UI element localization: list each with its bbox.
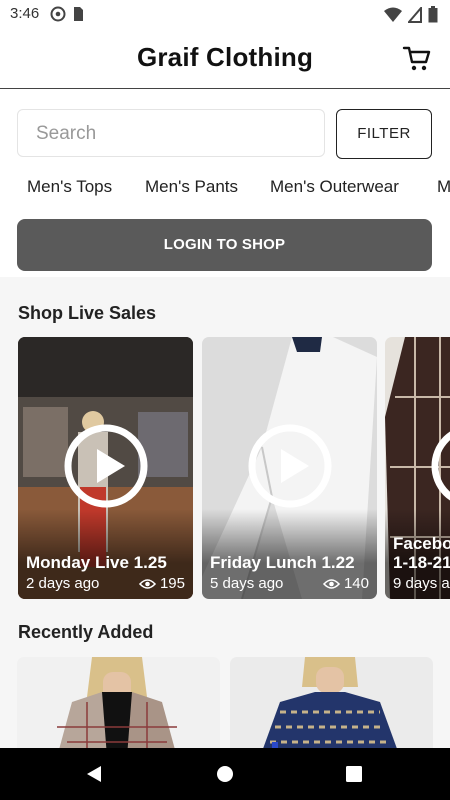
product-photo [230,657,433,748]
live-sale-views: 195 [138,575,185,592]
wifi-icon [384,7,402,22]
cart-button[interactable] [402,44,432,72]
status-left-icons [50,6,84,22]
status-right-icons [384,6,438,23]
back-icon[interactable] [86,765,102,783]
live-sale-time: 2 days ago [26,575,100,592]
product-photo [17,657,220,748]
app-header: Graif Clothing [0,28,450,89]
live-sale-time: 5 days ago [210,575,284,592]
category-mens-outerwear[interactable]: Men's Outerwear [270,177,399,197]
category-mens-pants[interactable]: Men's Pants [145,177,238,197]
live-sale-time: 9 days a [393,575,450,592]
recently-added-heading: Recently Added [18,622,154,642]
category-tabs: Men's Tops Men's Pants Men's Outerwear M [0,177,450,201]
cart-icon [402,46,431,71]
live-sale-title: Friday Lunch 1.22 [210,553,355,572]
product-card[interactable] [230,657,433,748]
live-sale-title: Monday Live 1.25 [26,553,167,572]
filter-button[interactable]: FILTER [336,109,432,159]
live-sale-card[interactable]: Monday Live 1.25 2 days ago 195 [18,337,193,599]
recent-apps-icon[interactable] [346,766,362,782]
app-title: Graif Clothing [136,42,314,72]
main-content: Shop Live Sales Monday Live 1.25 2 days … [0,277,450,748]
live-sale-views: 140 [322,575,369,592]
live-sale-subtitle: 1-18-21 [393,553,450,572]
play-icon[interactable] [430,423,450,509]
view-count: 195 [159,575,185,592]
category-mens-tops[interactable]: Men's Tops [27,177,112,197]
live-sale-card[interactable]: Facebo 1-18-21 9 days a [385,337,450,599]
home-icon[interactable] [216,765,234,783]
sim-card-icon [74,7,83,21]
view-count: 140 [343,575,369,592]
status-time: 3:46 [10,5,40,22]
search-input[interactable]: Search [17,109,325,157]
battery-icon [428,6,438,23]
system-nav-bar [0,748,450,800]
play-icon[interactable] [247,423,333,509]
cell-signal-icon [408,6,422,23]
live-sales-heading: Shop Live Sales [18,303,157,323]
category-more[interactable]: M [437,177,450,197]
status-bar: 3:46 [0,0,450,28]
eye-icon [138,578,156,589]
play-icon[interactable] [63,423,149,509]
eye-icon [322,578,340,589]
live-sale-title: Facebo [393,534,450,553]
live-sale-card[interactable]: Friday Lunch 1.22 5 days ago 140 [202,337,377,599]
at-sign-icon [50,6,66,22]
product-card[interactable] [17,657,220,748]
top-panel: Search FILTER Men's Tops Men's Pants Men… [0,89,450,277]
login-to-shop-button[interactable]: LOGIN TO SHOP [17,219,432,271]
